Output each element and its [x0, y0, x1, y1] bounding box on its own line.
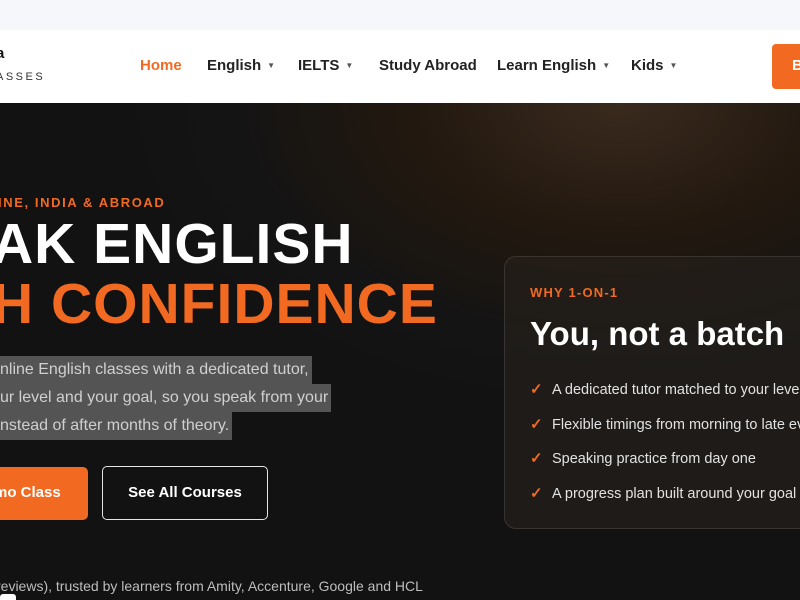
list-item-text: A dedicated tutor matched to your level	[552, 382, 800, 398]
benefits-list: ✓ A dedicated tutor matched to your level…	[530, 380, 800, 518]
book-demo-button[interactable]: mo Class	[0, 467, 88, 520]
nav-item-label: IELTS	[298, 57, 340, 74]
logo-text[interactable]: a	[0, 45, 4, 62]
nav-item-kids[interactable]: Kids ▼	[631, 57, 677, 74]
scroll-indicator[interactable]	[0, 594, 16, 600]
navbar: a ASSES Home English ▼ IELTS ▼ Study Abroa…	[0, 30, 800, 103]
description-line: nline English classes with a dedicated t…	[0, 356, 312, 384]
check-icon: ✓	[530, 381, 543, 398]
hero-title-line1: AK ENGLISH	[0, 212, 354, 276]
nav-item-english[interactable]: English ▼	[207, 57, 275, 74]
nav-item-study-abroad[interactable]: Study Abroad	[379, 57, 477, 74]
list-item: ✓ Flexible timings from morning to late e…	[530, 415, 800, 450]
list-item-text: Speaking practice from day one	[552, 451, 756, 467]
nav-item-learn-english[interactable]: Learn English ▼	[497, 57, 610, 74]
list-item-text: A progress plan built around your goal	[552, 485, 797, 502]
card-title: You, not a batch	[530, 315, 785, 352]
nav-item-label: Study Abroad	[379, 57, 477, 74]
see-all-courses-button[interactable]: See All Courses	[102, 466, 268, 520]
card-eyebrow: WHY 1-ON-1	[530, 285, 619, 300]
chevron-down-icon: ▼	[345, 61, 354, 70]
chevron-down-icon: ▼	[267, 61, 276, 70]
hero-eyebrow: INE, INDIA & ABROAD	[0, 195, 166, 210]
nav-item-label: Kids	[631, 57, 664, 74]
nav-item-label: Home	[140, 57, 182, 74]
nav-item-label: Learn English	[497, 57, 597, 74]
book-button[interactable]: B	[772, 44, 800, 89]
check-icon: ✓	[530, 450, 543, 467]
nav-item-ielts[interactable]: IELTS ▼	[298, 57, 353, 74]
check-icon: ✓	[530, 415, 543, 433]
nav-item-home[interactable]: Home	[140, 57, 182, 74]
list-item: ✓ A progress plan built around your goal	[530, 484, 800, 519]
hero-title-line2: H CONFIDENCE	[0, 272, 438, 336]
nav-item-label: English	[207, 57, 262, 74]
list-item: ✓ A dedicated tutor matched to your level	[530, 380, 800, 415]
hero-description: nline English classes with a dedicated t…	[0, 356, 380, 440]
hero-section: INE, INDIA & ABROAD AK ENGLISH H CONFIDE…	[0, 103, 800, 600]
why-card: WHY 1-ON-1 You, not a batch ✓ A dedicated…	[504, 256, 800, 529]
list-item-text: Flexible timings from morning to late ev…	[552, 416, 800, 433]
description-line: nstead of after months of theory.	[0, 412, 233, 440]
chevron-down-icon: ▼	[602, 61, 611, 70]
top-strip	[0, 0, 800, 30]
reviews-text: reviews), trusted by learners from Amity…	[0, 578, 423, 594]
chevron-down-icon: ▼	[669, 61, 678, 70]
description-line: ur level and your goal, so you speak fro…	[0, 384, 332, 412]
logo-tagline: ASSES	[0, 71, 46, 83]
list-item: ✓ Speaking practice from day one	[530, 449, 800, 484]
check-icon: ✓	[530, 484, 543, 502]
